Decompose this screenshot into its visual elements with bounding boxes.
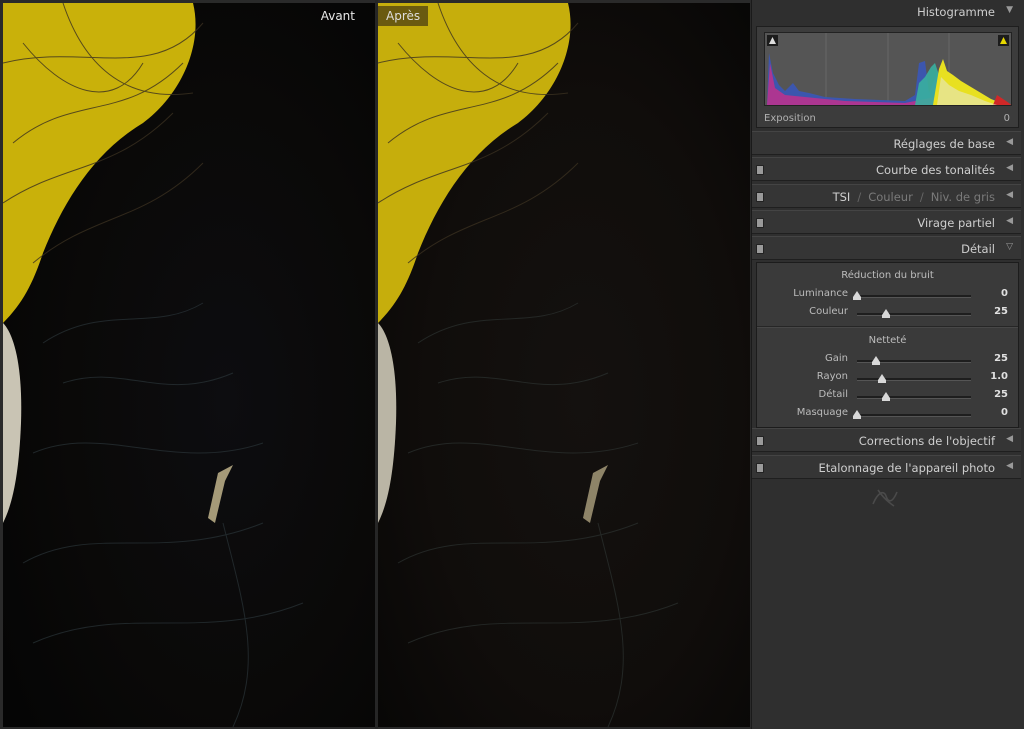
radius-label: Rayon [816, 371, 848, 382]
masking-value[interactable]: 0 [1001, 407, 1008, 418]
masking-slider-knob[interactable] [853, 410, 861, 419]
panel-lens-title: Corrections de l'objectif [858, 434, 995, 448]
histogram-box: Exposition 0 [756, 26, 1019, 128]
after-label: Après [378, 6, 429, 26]
gain-value[interactable]: 25 [994, 353, 1008, 364]
radius-slider-knob[interactable] [878, 374, 887, 383]
expand-triangle-icon: ◀ [1006, 216, 1013, 226]
panel-split-toning[interactable]: Virage partiel ◀ [752, 210, 1021, 234]
photo-after-view[interactable]: Après [378, 3, 750, 727]
tab-color[interactable]: Couleur [868, 190, 913, 204]
panel-toggle-switch[interactable] [756, 218, 764, 228]
highlight-clipping-triangle-icon [1000, 37, 1007, 44]
panel-toggle-switch[interactable] [756, 463, 764, 473]
collapse-triangle-icon: ▽ [1006, 242, 1013, 252]
masking-slider-row: Masquage 0 [757, 407, 1018, 423]
tab-tsi[interactable]: TSI [833, 190, 851, 204]
panel-toggle-switch[interactable] [756, 436, 764, 446]
detail-value[interactable]: 25 [994, 389, 1008, 400]
expand-triangle-icon: ◀ [1006, 434, 1013, 444]
exposure-value: 0 [1003, 113, 1010, 124]
gain-slider[interactable] [857, 356, 971, 365]
expand-triangle-icon: ◀ [1006, 163, 1013, 173]
histogram-title: Histogramme [917, 5, 995, 19]
panel-basic[interactable]: Réglages de base ◀ [752, 131, 1021, 155]
highlight-clipping-button[interactable] [998, 35, 1009, 46]
panel-toggle-switch[interactable] [756, 165, 764, 175]
sharpening-title: Netteté [868, 335, 907, 346]
panel-end-ornament-icon [872, 489, 898, 507]
masking-label: Masquage [796, 407, 848, 418]
detail-slider-knob[interactable] [881, 392, 890, 401]
exposure-readout: Exposition 0 [764, 113, 1010, 124]
develop-right-panel: Histogramme ▼ Exposition 0 Réglages de b… [751, 0, 1024, 729]
exposure-label: Exposition [764, 113, 816, 124]
tab-grayscale[interactable]: Niv. de gris [931, 190, 995, 204]
detail-panel-content: Réduction du bruit Luminance 0 Couleur 2… [756, 262, 1019, 428]
radius-slider-row: Rayon 1.0 [757, 371, 1018, 387]
panel-tone-curve-title: Courbe des tonalités [876, 163, 995, 177]
photo-before-image [3, 3, 375, 727]
luminance-slider[interactable] [853, 291, 971, 300]
detail-slider[interactable] [857, 392, 971, 401]
expand-triangle-icon: ◀ [1006, 461, 1013, 471]
before-label: Avant [320, 9, 355, 23]
shadow-clipping-triangle-icon [769, 37, 776, 44]
luminance-slider-row: Luminance 0 [757, 288, 1018, 304]
panel-detail-title: Détail [961, 242, 995, 256]
section-divider [757, 326, 1018, 328]
detail-slider-row: Détail 25 [757, 389, 1018, 405]
luminance-value[interactable]: 0 [1001, 288, 1008, 299]
panel-hsl-tabs: TSI / Couleur / Niv. de gris [832, 190, 995, 204]
expand-triangle-icon: ◀ [1006, 190, 1013, 200]
panel-basic-title: Réglages de base [893, 137, 995, 151]
panel-tone-curve[interactable]: Courbe des tonalités ◀ [752, 157, 1021, 181]
radius-value[interactable]: 1.0 [990, 371, 1008, 382]
collapse-triangle-icon: ▼ [1006, 5, 1013, 15]
noise-reduction-title: Réduction du bruit [841, 270, 934, 281]
detail-label: Détail [818, 389, 848, 400]
gain-slider-knob[interactable] [872, 356, 881, 365]
panel-calibration-title: Etalonnage de l'appareil photo [818, 461, 995, 475]
panel-lens-corrections[interactable]: Corrections de l'objectif ◀ [752, 428, 1021, 452]
histogram-graph [767, 33, 1011, 105]
panel-toggle-switch[interactable] [756, 244, 764, 254]
luminance-label: Luminance [793, 288, 848, 299]
radius-slider[interactable] [857, 374, 971, 383]
panel-hsl[interactable]: TSI / Couleur / Niv. de gris ◀ [752, 184, 1021, 208]
luminance-slider-knob[interactable] [853, 291, 861, 300]
masking-slider[interactable] [853, 410, 971, 419]
panel-detail[interactable]: Détail ▽ [752, 236, 1021, 260]
expand-triangle-icon: ◀ [1006, 137, 1013, 147]
panel-camera-calibration[interactable]: Etalonnage de l'appareil photo ◀ [752, 455, 1021, 479]
gain-label: Gain [825, 353, 848, 364]
shadow-clipping-button[interactable] [767, 35, 778, 46]
color-noise-slider-knob[interactable] [881, 309, 890, 318]
color-noise-slider[interactable] [857, 309, 971, 318]
photo-after-image [378, 3, 750, 727]
histogram-plot[interactable] [764, 32, 1012, 106]
color-noise-label: Couleur [809, 306, 848, 317]
photo-before-view[interactable]: Avant [3, 3, 375, 727]
panel-toggle-switch[interactable] [756, 192, 764, 202]
gain-slider-row: Gain 25 [757, 353, 1018, 369]
panel-split-toning-title: Virage partiel [917, 216, 995, 230]
histogram-header[interactable]: Histogramme ▼ [752, 0, 1021, 24]
color-noise-slider-row: Couleur 25 [757, 306, 1018, 322]
color-noise-value[interactable]: 25 [994, 306, 1008, 317]
